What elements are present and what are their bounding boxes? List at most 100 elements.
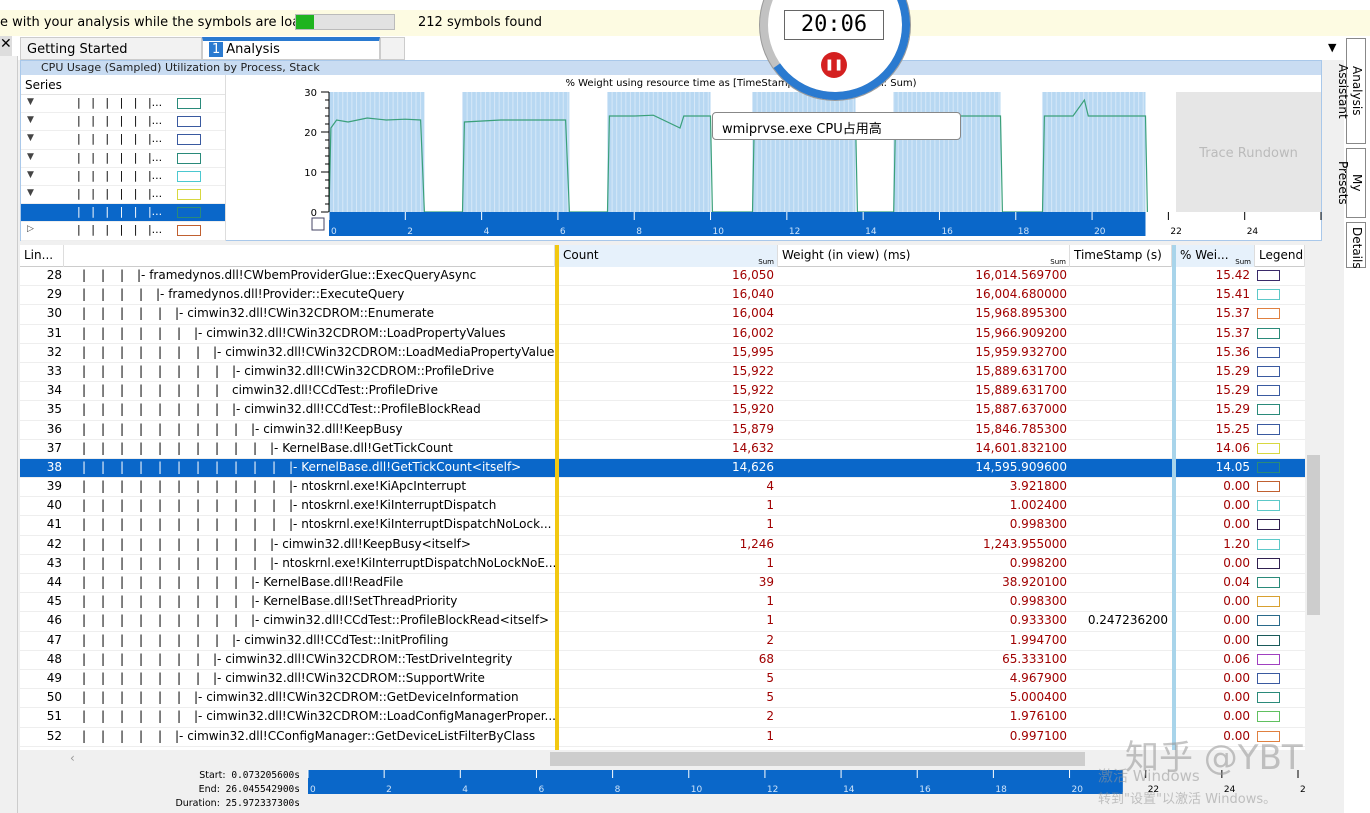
expand-axis-icon [311,217,325,231]
line-number: 29 [46,287,62,302]
percent-weight-cell: 15.37 [1215,306,1250,321]
collapse-icon[interactable]: ▼ [27,97,34,107]
collapse-icon[interactable]: ▼ [27,133,34,143]
expand-icon[interactable]: ▷ [27,224,34,234]
x-tick-label: 4 [484,227,490,237]
col-percent-weight[interactable]: % Wei... Sum [1176,245,1255,267]
line-number: 50 [46,690,62,705]
stack-frame-name: cimwin32.dll!CWin32CDROM::LoadMediaPrope… [225,344,555,359]
table-row[interactable]: 45 | | | | | | | | | |- KernelBase.dll!SetThread… [20,593,1305,613]
percent-weight-cell: 15.29 [1215,402,1250,417]
cpu-chart[interactable]: % Weight using resource time as [TimeSta… [251,75,1323,241]
line-number: 42 [46,536,62,551]
table-row[interactable]: 32 | | | | | | | |- cimwin32.dll!CWin32CDROM::… [20,344,1305,363]
series-row[interactable]: ▼ | | | | | |... [21,95,225,114]
table-row[interactable]: 49 | | | | | | | |- cimwin32.dll!CWin32CDROM::… [20,670,1305,690]
pause-button[interactable]: ❚❚ [821,52,847,78]
percent-weight-cell: 0.00 [1223,555,1250,570]
active-interval [752,92,856,212]
collapse-icon[interactable]: ▼ [27,170,34,180]
table-row[interactable]: 50 | | | | | | |- cimwin32.dll!CWin32CDROM::G… [20,689,1305,709]
table-row[interactable]: 48 | | | | | | | |- cimwin32.dll!CWin32CDROM::… [20,651,1305,670]
y-tick-label: 0 [311,208,317,219]
graph-divider[interactable] [1172,245,1176,750]
time-tick-label: 0 [310,785,316,795]
count-cell: 15,922 [732,363,774,378]
table-row[interactable]: 31 | | | | | | |- cimwin32.dll!CWin32CDROM::L… [20,325,1305,344]
series-row[interactable]: | | | | | |... [21,204,225,223]
percent-weight-cell: 0.00 [1223,632,1250,647]
x-tick-label: 8 [636,227,642,237]
table-row[interactable]: 36 | | | | | | | | | |- cimwin32.dll!KeepBusy 15… [20,421,1305,440]
table-row[interactable]: 40 | | | | | | | | | | | |- ntoskrnl.exe!KiInterru… [20,497,1305,517]
stack-frame-name: KernelBase.dll!SetThreadPriority [263,594,458,609]
symbol-loading-bar: e with your analysis while the symbols a… [0,10,1370,36]
tab-analysis[interactable]: 1 Analysis [202,37,380,60]
duration-label: Duration: [175,798,220,809]
tab-my-presets[interactable]: My Presets [1336,148,1366,218]
col-weight[interactable]: Weight (in view) (ms) Sum [778,245,1070,267]
table-row[interactable]: 34 | | | | | | | | cimwin32.dll!CCdTest::Profil… [20,382,1305,402]
legend-swatch [1257,577,1280,588]
scroll-thumb[interactable] [1307,455,1320,615]
scroll-left-icon[interactable]: ‹ [70,751,75,765]
scroll-thumb[interactable] [550,752,1085,766]
table-row[interactable]: 42 | | | | | | | | | | |- cimwin32.dll!KeepBusy<i… [20,536,1305,555]
series-row[interactable]: ▼ | | | | | |... [21,186,225,205]
x-tick-label: 12 [789,227,800,237]
table-row[interactable]: 52 | | | | | |- cimwin32.dll!CConfigManager:… [20,728,1305,747]
table-row[interactable]: 46 | | | | | | | | | |- cimwin32.dll!CCdTest::Pr… [20,612,1305,632]
count-cell: 68 [758,651,774,666]
tab-overflow-icon[interactable]: ▼ [1328,41,1336,54]
legend-swatch [1257,346,1280,358]
duration-value: 25.972337300s [225,798,300,809]
table-row[interactable]: 39 | | | | | | | | | | | |- ntoskrnl.exe!KiApcInte… [20,478,1305,498]
series-row[interactable]: ▼ | | | | | |... [21,168,225,186]
count-cell: 5 [766,690,774,705]
tree-lines: | | | | | |... [77,223,163,237]
table-vertical-scrollbar[interactable] [1305,265,1322,750]
top-area [0,0,1370,10]
count-cell: 14,632 [732,440,774,455]
tab-analysis-assistant[interactable]: Analysis Assistant [1336,38,1366,144]
table-row[interactable]: 28 | | | |- framedynos.dll!CWbemProviderGl… [20,267,1305,287]
line-number: 51 [46,709,62,724]
right-side-tabs: Analysis Assistant My Presets Details [1336,36,1370,813]
tab-details[interactable]: Details [1346,222,1366,269]
table-row[interactable]: 37 | | | | | | | | | | |- KernelBase.dll!GetTickC… [20,440,1305,459]
col-timestamp[interactable]: TimeStamp (s) [1070,245,1172,267]
table-row[interactable]: 51 | | | | | | |- cimwin32.dll!CWin32CDROM::L… [20,708,1305,728]
collapse-icon[interactable]: ▼ [27,115,34,125]
table-row[interactable]: 44 | | | | | | | | | |- KernelBase.dll!ReadFile … [20,574,1305,594]
line-number: 41 [46,517,62,532]
table-row[interactable]: 38 | | | | | | | | | | | |- KernelBase.dll!GetTick… [20,458,1305,479]
table-row[interactable]: 47 | | | | | | | | |- cimwin32.dll!CCdTest::Ini… [20,632,1305,651]
series-row[interactable]: ▼ | | | | | |... [21,113,225,132]
tab-getting-started[interactable]: Getting Started [20,37,202,60]
col-legend[interactable]: Legend [1255,245,1305,267]
time-tick-label: 26 [1300,785,1306,795]
table-row[interactable]: 30 | | | | | |- cimwin32.dll!CWin32CDROM::En… [20,305,1305,325]
table-row[interactable]: 33 | | | | | | | | |- cimwin32.dll!CWin32CDROM:… [20,363,1305,383]
col-count[interactable]: Count Sum [559,245,778,267]
col-line[interactable]: Lin... [20,245,64,267]
table-row[interactable]: 43 | | | | | | | | | | |- ntoskrnl.exe!KiInterrup… [20,555,1305,574]
table-row[interactable]: 29 | | | | |- framedynos.dll!Provider::Exec… [20,286,1305,306]
table-row[interactable]: 35 | | | | | | | | |- cimwin32.dll!CCdTest::Pro… [20,401,1305,421]
collapse-icon[interactable]: ▼ [27,188,34,198]
series-row[interactable]: ▷ | | | | | |... [21,222,225,241]
graph-title: CPU Usage (Sampled) Utilization by Proce… [41,61,320,74]
tab-empty[interactable] [380,37,405,60]
series-row[interactable]: ▼ | | | | | |... [21,131,225,150]
percent-weight-cell: 1.20 [1223,536,1250,551]
col-stack[interactable] [64,245,555,267]
table-row[interactable]: 41 | | | | | | | | | | | |- ntoskrnl.exe!KiInterru… [20,516,1305,536]
graph-header: CPU Usage (Sampled) Utilization by Proce… [21,61,1321,75]
series-row[interactable]: ▼ | | | | | |... [21,150,225,168]
percent-weight-cell: 15.42 [1215,268,1250,282]
line-number: 40 [46,498,62,513]
grouping-divider[interactable] [555,245,559,750]
active-interval [607,92,711,212]
close-icon[interactable]: ✕ [0,36,12,56]
collapse-icon[interactable]: ▼ [27,152,34,162]
